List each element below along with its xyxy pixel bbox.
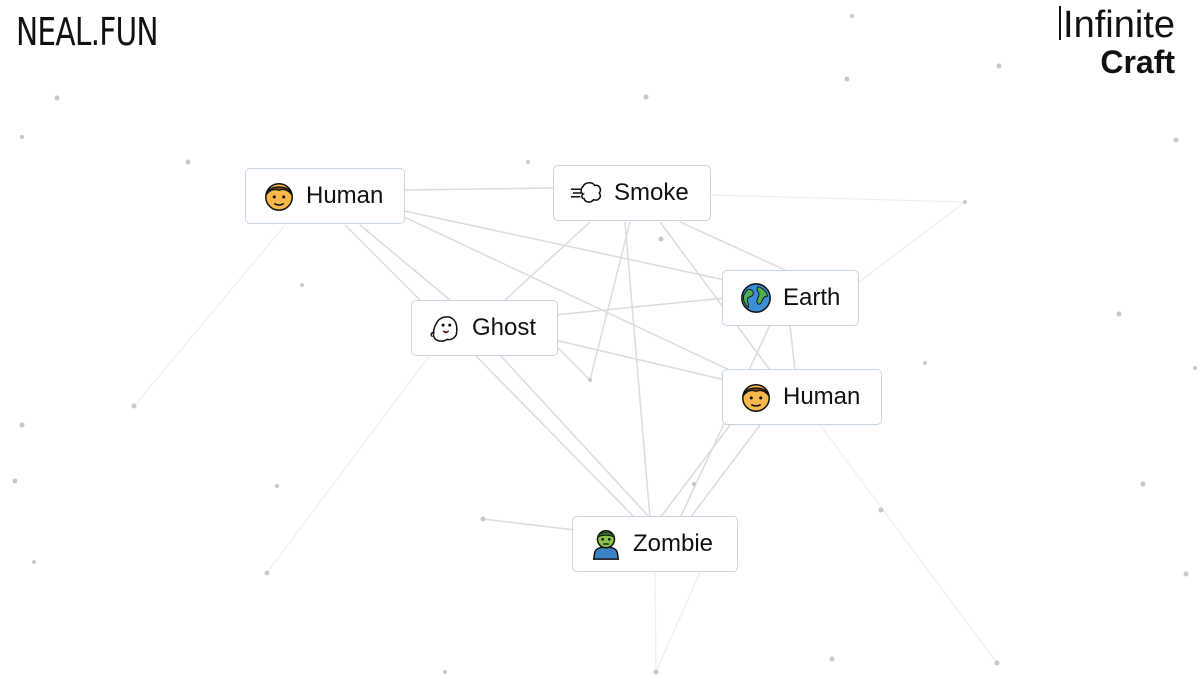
element-label: Human [306, 182, 384, 209]
element-smoke[interactable]: Smoke [553, 165, 711, 221]
link-lines [344, 187, 796, 531]
zombie-icon [592, 530, 620, 560]
element-earth[interactable]: Earth [722, 270, 859, 326]
brand-line-1: Infinite [1059, 6, 1175, 44]
element-label: Earth [783, 284, 841, 311]
element-human[interactable]: Human [245, 168, 405, 224]
brand-cursor-bar [1059, 6, 1062, 40]
element-ghost[interactable]: Ghost [411, 300, 558, 356]
element-label: Human [783, 383, 861, 410]
brand-line-2: Craft [1100, 44, 1175, 80]
app-brand[interactable]: Infinite Craft [1059, 6, 1175, 78]
brand-word-infinite: Infinite [1063, 4, 1175, 46]
element-label: Smoke [614, 179, 689, 206]
human-face-icon [742, 383, 770, 412]
element-label: Ghost [472, 314, 537, 341]
smoke-puff-icon [570, 181, 602, 203]
background-canvas [12, 14, 1197, 675]
element-human-2[interactable]: Human [722, 369, 882, 425]
human-face-icon [265, 182, 293, 211]
faint-link-lines [133, 194, 998, 673]
earth-globe-icon [741, 283, 771, 313]
site-logo[interactable]: NEAL.FUN [16, 10, 159, 54]
background-dots [12, 14, 1197, 675]
ghost-icon [430, 316, 458, 342]
element-zombie[interactable]: Zombie [572, 516, 738, 572]
element-label: Zombie [633, 530, 714, 557]
